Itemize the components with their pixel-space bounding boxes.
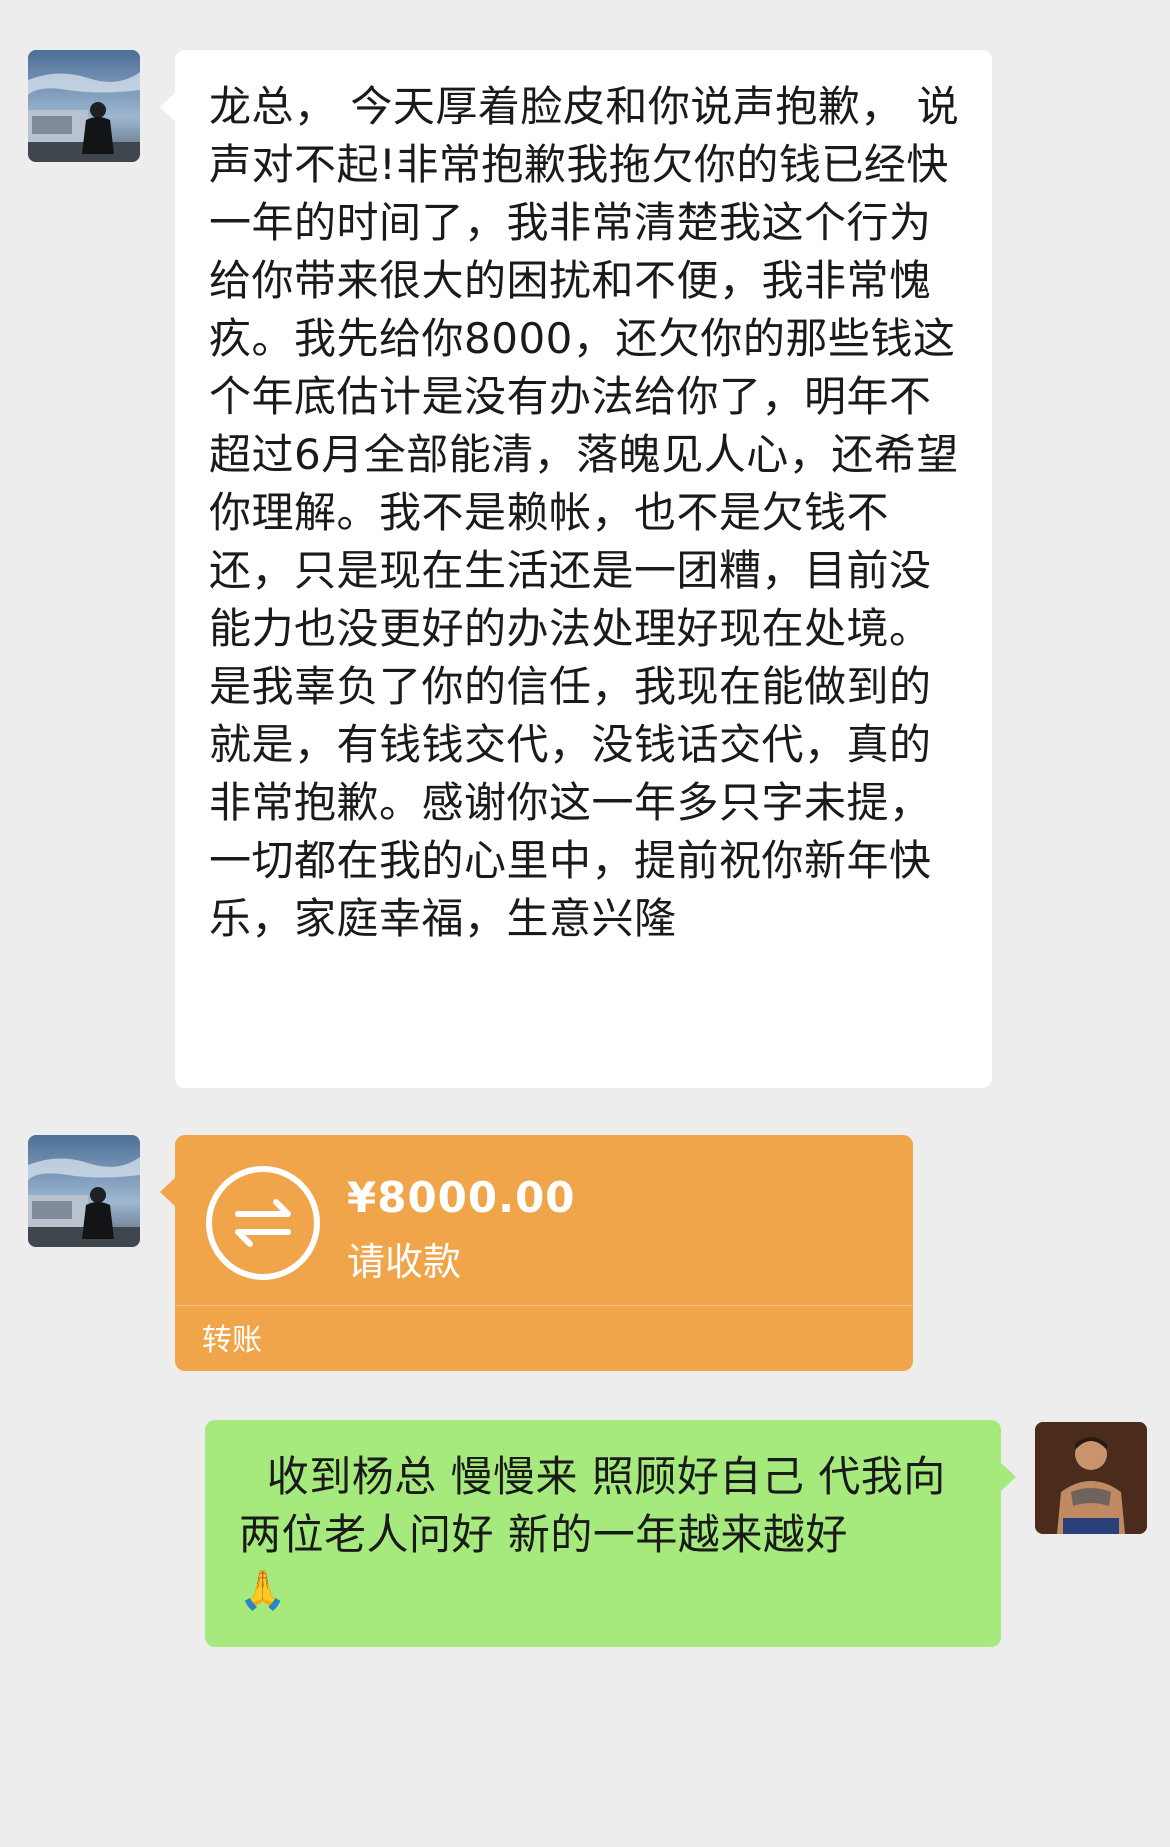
incoming-message-text: 龙总， 今天厚着脸皮和你说声抱歉， 说声对不起!非常抱歉我拖欠你的钱已经快一年的…: [209, 82, 960, 943]
outgoing-message-text: 收到杨总 慢慢来 照顾好自己 代我向两位老人问好 新的一年越来越好: [239, 1452, 946, 1559]
sender-avatar-image: [28, 50, 140, 162]
sender-avatar[interactable]: [28, 50, 140, 162]
transfer-description: 请收款: [347, 1240, 462, 1284]
transfer-icon: [204, 1164, 322, 1282]
sender-avatar-image: [28, 1135, 140, 1247]
incoming-message-bubble[interactable]: 龙总， 今天厚着脸皮和你说声抱歉， 说声对不起!非常抱歉我拖欠你的钱已经快一年的…: [160, 50, 992, 1088]
sender-avatar[interactable]: [28, 1135, 140, 1247]
transfer-footer-label: 转账: [202, 1323, 262, 1358]
outgoing-message-bubble[interactable]: 收到杨总 慢慢来 照顾好自己 代我向两位老人问好 新的一年越来越好 🙏: [205, 1420, 1016, 1647]
praying-hands-icon: 🙏: [239, 1568, 287, 1612]
transfer-message-bubble[interactable]: ¥8000.00 请收款 转账: [160, 1135, 913, 1371]
transfer-amount: ¥8000.00: [347, 1173, 576, 1222]
transfer-divider: [175, 1305, 913, 1306]
receiver-avatar-image: [1035, 1422, 1147, 1534]
receiver-avatar[interactable]: [1035, 1422, 1147, 1534]
